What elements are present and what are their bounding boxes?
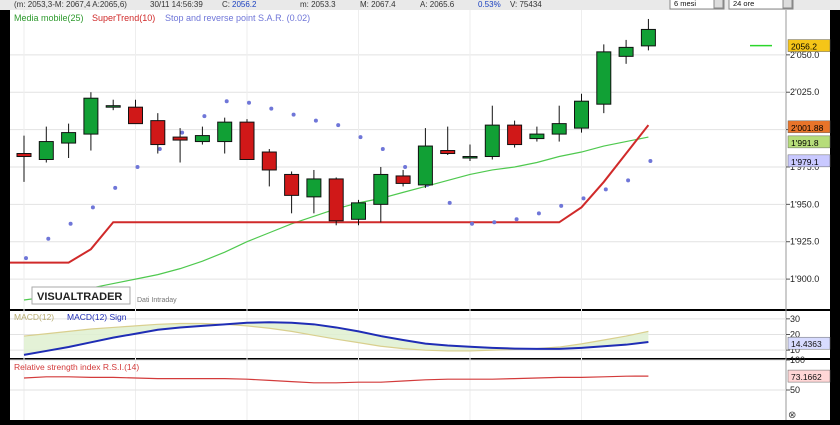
candle-up (484, 124, 500, 158)
candle-down (507, 124, 523, 146)
candle-down (284, 173, 300, 196)
candle-down (128, 106, 143, 125)
legend-rsi: Relative strength index R.S.I.(14) (14, 362, 139, 372)
candle-down (261, 151, 277, 171)
candle-up (306, 178, 322, 198)
sar-dot (90, 205, 95, 210)
candle (596, 44, 612, 114)
legend-macd: MACD(12) (14, 312, 54, 322)
sar-dot (24, 256, 28, 261)
legend-sar: Stop and reverse point S.A.R. (0.02) (165, 13, 310, 23)
rsi-axis-tick-label: 100 (790, 355, 805, 365)
interval-select-label: 24 ore (733, 0, 754, 8)
header-ohlc: (m: 2053,3-M: 2067,4 A:2065,6) (14, 0, 127, 9)
sar-dot (247, 100, 251, 105)
chart-window: (m: 2053,3-M: 2067,4 A:2065,6) 30/11 14:… (0, 0, 840, 421)
candle-up (596, 51, 612, 105)
sar-dot (603, 187, 608, 192)
candle (239, 119, 255, 160)
legend-macd-sign: MACD(12) Sign (67, 312, 127, 322)
header-open: A: 2065.6 (420, 0, 455, 9)
sar-dot (336, 123, 341, 128)
candle-up (529, 133, 545, 140)
macd-badge-text: 14.4363 (791, 339, 822, 349)
candle-up (640, 28, 656, 47)
candle-down (440, 150, 456, 155)
sar-dot (559, 203, 564, 208)
price-badge-text: 2'001.88 (791, 123, 824, 133)
candle-down (150, 120, 166, 146)
sar-dot (536, 211, 541, 216)
header-last-label: C: (222, 0, 230, 9)
sar-dot (358, 135, 363, 140)
sar-dot (470, 221, 474, 226)
candle-down (395, 175, 411, 184)
sar-dot (68, 221, 73, 226)
interval-dropdown-icon[interactable] (782, 0, 793, 9)
candle (507, 120, 523, 148)
brand-logo: VISUALTRADER (37, 291, 122, 303)
sar-dot (313, 118, 318, 123)
sar-dot (269, 106, 274, 111)
period-dropdown-icon[interactable] (713, 0, 724, 9)
sar-dot (447, 200, 452, 205)
sar-dot (180, 130, 185, 135)
candle (328, 177, 344, 226)
sar-dot (380, 147, 385, 152)
sar-dot (492, 220, 497, 225)
close-icon[interactable]: ⊗ (788, 410, 796, 421)
header-pct: 0.53% (478, 0, 501, 9)
candle-up (83, 97, 99, 135)
brand-subtitle: Dati Intraday (137, 297, 177, 304)
price-axis-tick-label: 2'025.0 (790, 87, 819, 97)
rsi-badge-text: 73.1662 (791, 372, 822, 382)
candle-up (194, 135, 210, 143)
candle-up (105, 105, 121, 108)
price-badge-text: 2056.2 (791, 42, 817, 52)
candle-down (328, 178, 344, 222)
sar-dot (581, 196, 586, 201)
candle-up (417, 145, 433, 186)
sar-dot (157, 147, 162, 152)
sar-dot (135, 164, 140, 169)
price-badge-text: 1'991.8 (791, 138, 819, 148)
sar-dot (648, 158, 653, 163)
chart-svg: (m: 2053,3-M: 2067,4 A:2065,6) 30/11 14:… (0, 0, 840, 421)
period-select-label: 6 mesi (674, 0, 696, 8)
rsi-axis-tick-label: 50 (790, 385, 800, 395)
candle-up (351, 202, 366, 220)
price-axis-tick-label: 1'925.0 (790, 237, 819, 247)
candle-up (618, 46, 634, 57)
sar-dot (113, 185, 118, 190)
price-axis-tick-label: 1'950.0 (790, 199, 819, 209)
legend-ma: Media mobile(25) (14, 13, 84, 23)
macd-axis-tick-label: 30 (790, 314, 800, 324)
price-badge-text: 1'979.1 (791, 157, 819, 167)
candle-down (16, 153, 32, 158)
candle-up (551, 123, 567, 135)
candle-up (38, 141, 54, 160)
sar-dot (403, 164, 408, 169)
header-volume: V: 75434 (510, 0, 542, 9)
legend-supertrend: SuperTrend(10) (92, 13, 155, 23)
candle-down (239, 121, 255, 160)
header-last-value: 2056.2 (232, 0, 257, 9)
candle-up (574, 100, 589, 129)
sar-dot (224, 99, 229, 104)
header-time: 30/11 14:56:39 (150, 0, 203, 9)
price-axis-tick-label: 1'900.0 (790, 274, 819, 284)
sar-dot (291, 112, 296, 117)
sar-dot (626, 178, 631, 183)
candle-up (373, 173, 389, 205)
candle-up (462, 156, 478, 159)
candle-down (172, 136, 188, 141)
candle-up (61, 132, 77, 144)
header-min: m: 2053.3 (300, 0, 336, 9)
candle-up (217, 121, 233, 143)
header-max: M: 2067.4 (360, 0, 396, 9)
sar-dot (514, 217, 519, 222)
sar-dot (202, 114, 207, 119)
sar-dot (46, 236, 51, 241)
